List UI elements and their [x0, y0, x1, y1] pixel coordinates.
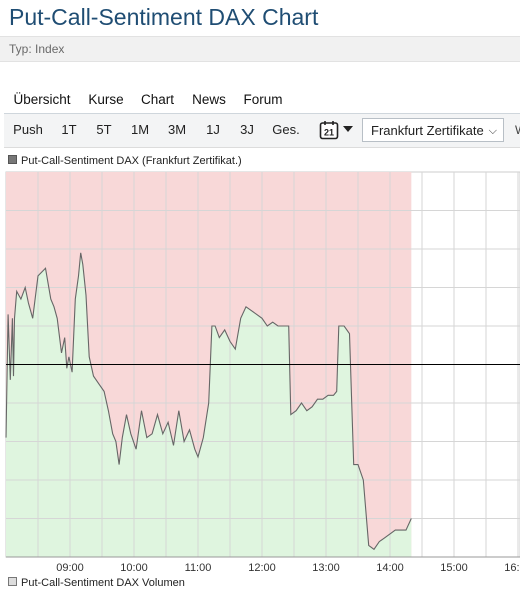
range-1j[interactable]: 1J [202, 114, 224, 147]
chart[interactable]: 09:00 10:00 11:00 12:00 13:00 14:00 15:00 16:00 [0, 168, 520, 578]
tab-kurse[interactable]: Kurse [80, 86, 132, 113]
range-3m[interactable]: 3M [164, 114, 190, 147]
x-tick-label: 11:00 [185, 562, 212, 574]
range-5t[interactable]: 5T [92, 114, 116, 147]
range-push[interactable]: Push [8, 114, 48, 147]
x-tick-label: 12:00 [248, 562, 276, 574]
volume-legend-label: Put-Call-Sentiment DAX Volumen [21, 577, 185, 589]
x-tick-label: 14:00 [376, 562, 404, 574]
x-tick-label: 13:00 [312, 562, 340, 574]
type-label: Typ: Index [9, 42, 65, 56]
tab-forum[interactable]: Forum [235, 86, 291, 113]
exchange-select-value: Frankfurt Zertifikate [371, 123, 484, 138]
tab-chart[interactable]: Chart [132, 86, 183, 113]
page-title: Put-Call-Sentiment DAX Chart [9, 4, 319, 30]
x-tick-label: 10:00 [120, 562, 148, 574]
volume-legend: Put-Call-Sentiment DAX Volumen [8, 577, 185, 589]
range-1m[interactable]: 1M [128, 114, 152, 147]
range-toolbar: Push 1T 5T 1M 3M 1J 3J Ges. 21 Frankfurt… [4, 114, 520, 148]
calendar-day: 21 [324, 128, 334, 138]
x-tick-label: 15:00 [440, 562, 468, 574]
legend-label: Put-Call-Sentiment DAX (Frankfurt Zertif… [21, 155, 242, 167]
calendar-icon[interactable]: 21 [319, 120, 339, 140]
legend-swatch [8, 155, 17, 164]
chevron-down-icon: ⌵ [488, 125, 497, 137]
volume-legend-swatch [8, 577, 17, 586]
tab-news[interactable]: News [183, 86, 235, 113]
exchange-select[interactable]: Frankfurt Zertifikate ⌵ [362, 118, 504, 142]
x-tick-label: 09:00 [56, 562, 84, 574]
range-1t[interactable]: 1T [57, 114, 81, 147]
toolbar-overflow-text: W [515, 123, 520, 137]
calendar-caret-icon[interactable] [343, 126, 353, 132]
x-tick-label: 16:00 [504, 562, 520, 574]
range-3j[interactable]: 3J [236, 114, 258, 147]
chart-legend: Put-Call-Sentiment DAX (Frankfurt Zertif… [8, 155, 242, 167]
type-bar: Typ: Index [0, 36, 520, 62]
range-ges[interactable]: Ges. [270, 114, 302, 147]
tab-uebersicht[interactable]: Übersicht [4, 86, 80, 113]
